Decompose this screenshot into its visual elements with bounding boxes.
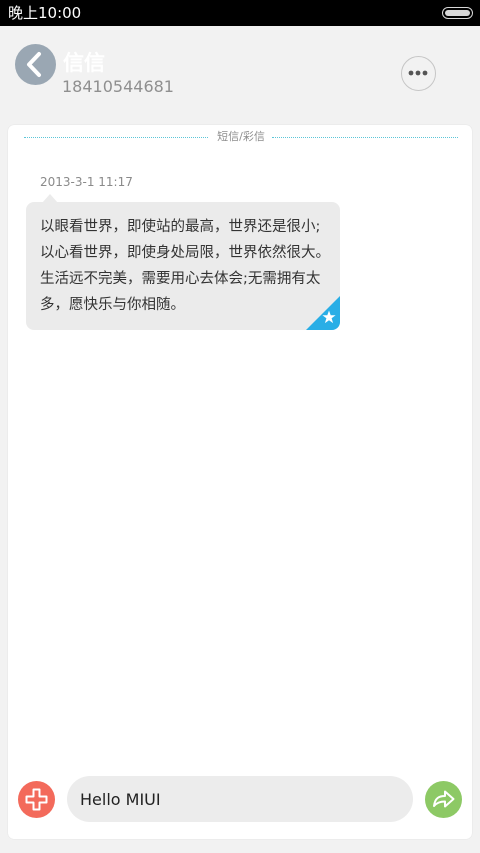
more-button[interactable]: [401, 56, 436, 91]
status-bar: 晚上10:00: [0, 0, 480, 26]
status-time: 晚上10:00: [8, 4, 82, 22]
attach-button[interactable]: [18, 781, 55, 818]
star-icon: [306, 296, 340, 330]
battery-icon: [442, 7, 473, 19]
plus-icon: [25, 788, 48, 811]
message-thread[interactable]: 短信/彩信 2013-3-1 11:17 以眼看世界，即使站的最高，世界还是很小…: [8, 125, 472, 839]
more-horizontal-icon: [408, 70, 428, 76]
message-bubble[interactable]: 以眼看世界，即使站的最高，世界还是很小;以心看世界，即使身处局限，世界依然很大。…: [26, 202, 340, 330]
contact-number: 18410544681: [62, 77, 174, 96]
send-button[interactable]: [425, 781, 462, 818]
divider-right: [272, 137, 458, 138]
chevron-left-icon: [27, 52, 41, 77]
conversation-header: 信信 18410544681: [0, 26, 480, 122]
back-button[interactable]: [15, 44, 56, 85]
contact-name: 信信: [63, 51, 105, 75]
send-arrow-icon: [433, 790, 455, 808]
divider-left: [24, 137, 208, 138]
channel-label: 短信/彩信: [217, 130, 265, 143]
message-timestamp: 2013-3-1 11:17: [40, 175, 133, 189]
message-text: 以眼看世界，即使站的最高，世界还是很小;以心看世界，即使身处局限，世界依然很大。…: [40, 219, 330, 313]
message-input[interactable]: [67, 776, 413, 822]
battery-fill: [445, 10, 470, 16]
